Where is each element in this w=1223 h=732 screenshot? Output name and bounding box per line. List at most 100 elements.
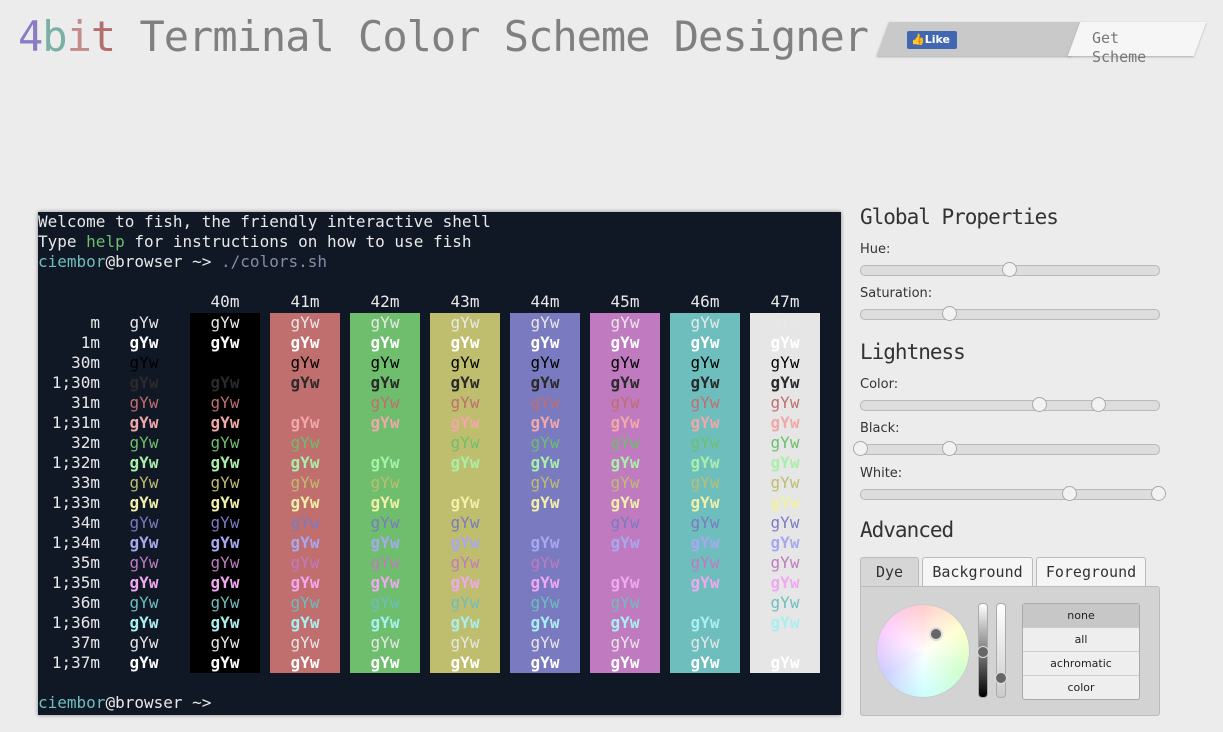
sample-text: gYw <box>290 453 320 472</box>
dye-panel: none all achromatic color <box>860 586 1160 716</box>
sample-text: gYw <box>129 333 159 352</box>
prompt-user: ciembor <box>38 252 106 271</box>
sample-text: gYw <box>770 333 800 352</box>
final-prompt-line: ciembor@browser ~> <box>38 693 221 713</box>
color-lightness-slider[interactable] <box>860 397 1160 412</box>
sample-text: gYw <box>530 513 560 532</box>
lightness-vertical-handle[interactable] <box>977 646 989 658</box>
prompt-host: @browser ~> <box>105 693 222 712</box>
sample-text: gYw <box>129 493 159 512</box>
sample-text: gYw <box>530 553 560 572</box>
dye-option-color[interactable]: color <box>1023 675 1139 699</box>
sample-text: gYw <box>129 593 159 612</box>
dye-option-all[interactable]: all <box>1023 627 1139 651</box>
sample-text: gYw <box>210 593 240 612</box>
dye-option-none[interactable]: none <box>1023 604 1139 627</box>
row-label: 1;33m <box>51 493 100 512</box>
sample-text: gYw <box>610 513 640 532</box>
sample-text: gYw <box>690 333 720 352</box>
sample-text: gYw <box>370 373 400 392</box>
color-wheel[interactable] <box>877 605 969 697</box>
row-label: 37m <box>71 633 100 652</box>
title-letter-t: t <box>90 12 116 61</box>
sample-text: gYw <box>610 653 640 672</box>
sample-text: gYw <box>290 393 320 412</box>
black-lightness-max-handle[interactable] <box>942 441 958 456</box>
black-lightness-slider[interactable] <box>853 441 1160 456</box>
white-lightness-min-handle[interactable] <box>1061 486 1077 501</box>
sample-text: gYw <box>370 333 400 352</box>
opacity-vertical-handle[interactable] <box>995 672 1007 684</box>
bg-header: 44m <box>530 292 560 311</box>
color-wheel-handle[interactable] <box>929 627 943 641</box>
sample-text: gYw <box>210 353 240 372</box>
sample-text: gYw <box>530 493 560 512</box>
get-scheme-label[interactable]: Get Scheme <box>1092 29 1152 67</box>
row-label: 1;35m <box>51 573 100 592</box>
sample-text: gYw <box>370 393 400 412</box>
sample-text: gYw <box>210 333 240 352</box>
sample-text: gYw <box>129 353 159 372</box>
sample-text: gYw <box>129 533 159 552</box>
help-command: help <box>86 232 125 251</box>
sample-text: gYw <box>290 333 320 352</box>
sample-text: gYw <box>290 433 320 452</box>
sample-text: gYw <box>210 613 240 632</box>
sample-text: gYw <box>690 553 720 572</box>
bg-color-column: gYw gYw gYw gYw gYw gYw gYw gYw gYw gYw gYw gYw gYw g… <box>270 313 340 673</box>
sample-text: gYw <box>450 533 480 552</box>
prompt-host: @browser ~> <box>105 252 222 271</box>
sample-text: gYw <box>530 433 560 452</box>
dye-option-achromatic[interactable]: achromatic <box>1023 651 1139 675</box>
bg-header: 42m <box>370 292 400 311</box>
opacity-vertical-slider[interactable] <box>995 603 1007 698</box>
tab-background[interactable]: Background <box>922 557 1033 587</box>
facebook-like-button[interactable]: 👍Like <box>907 31 957 49</box>
saturation-slider-handle[interactable] <box>942 306 958 321</box>
sample-text: gYw <box>770 553 800 572</box>
sample-text: gYw <box>450 333 480 352</box>
sample-text: gYw <box>129 453 159 472</box>
title-digit: 4 <box>18 12 43 61</box>
row-label: 34m <box>71 513 100 532</box>
black-lightness-min-handle[interactable] <box>853 441 868 456</box>
color-lightness-min-handle[interactable] <box>1031 397 1047 412</box>
sample-text: gYw <box>290 653 320 672</box>
row-label: 1;32m <box>51 453 100 472</box>
sample-text: gYw <box>770 413 800 432</box>
lightness-vertical-slider[interactable] <box>977 603 989 698</box>
hue-slider-handle[interactable] <box>1002 262 1017 277</box>
sample-text: gYw <box>690 593 720 612</box>
hue-slider[interactable] <box>860 262 1160 277</box>
sample-text: gYw <box>290 613 320 632</box>
sample-text: gYw <box>770 653 800 672</box>
white-lightness-max-handle[interactable] <box>1151 486 1166 501</box>
sample-text: gYw <box>129 433 159 452</box>
sample-text: gYw <box>530 573 560 592</box>
color-lightness-max-handle[interactable] <box>1091 397 1107 412</box>
sample-text: gYw <box>210 513 240 532</box>
sample-text: gYw <box>210 653 240 672</box>
sample-text: gYw <box>690 493 720 512</box>
sample-text: gYw <box>370 453 400 472</box>
bg-color-column: gYw gYw gYw gYw gYw gYw gYw gYw gYw gYw gYw gYw gYw g… <box>590 313 660 673</box>
sample-text: gYw <box>610 493 640 512</box>
row-label: 32m <box>71 433 100 452</box>
sample-text: gYw <box>610 613 640 632</box>
sample-text: gYw <box>450 313 480 332</box>
sample-text: gYw <box>610 353 640 372</box>
sample-text: gYw <box>210 473 240 492</box>
sample-text: gYw <box>610 573 640 592</box>
sample-text: gYw <box>290 513 320 532</box>
title-letter-b: b <box>42 12 67 61</box>
sample-text: gYw <box>690 613 720 632</box>
sample-text: gYw <box>610 453 640 472</box>
sample-text: gYw <box>690 473 720 492</box>
white-lightness-slider[interactable] <box>860 486 1166 501</box>
sample-text: gYw <box>210 573 240 592</box>
sample-text: gYw <box>450 353 480 372</box>
tab-dye[interactable]: Dye <box>860 557 919 587</box>
tab-foreground[interactable]: Foreground <box>1036 557 1146 587</box>
saturation-slider[interactable] <box>860 306 1160 321</box>
sample-text: gYw <box>210 633 240 652</box>
